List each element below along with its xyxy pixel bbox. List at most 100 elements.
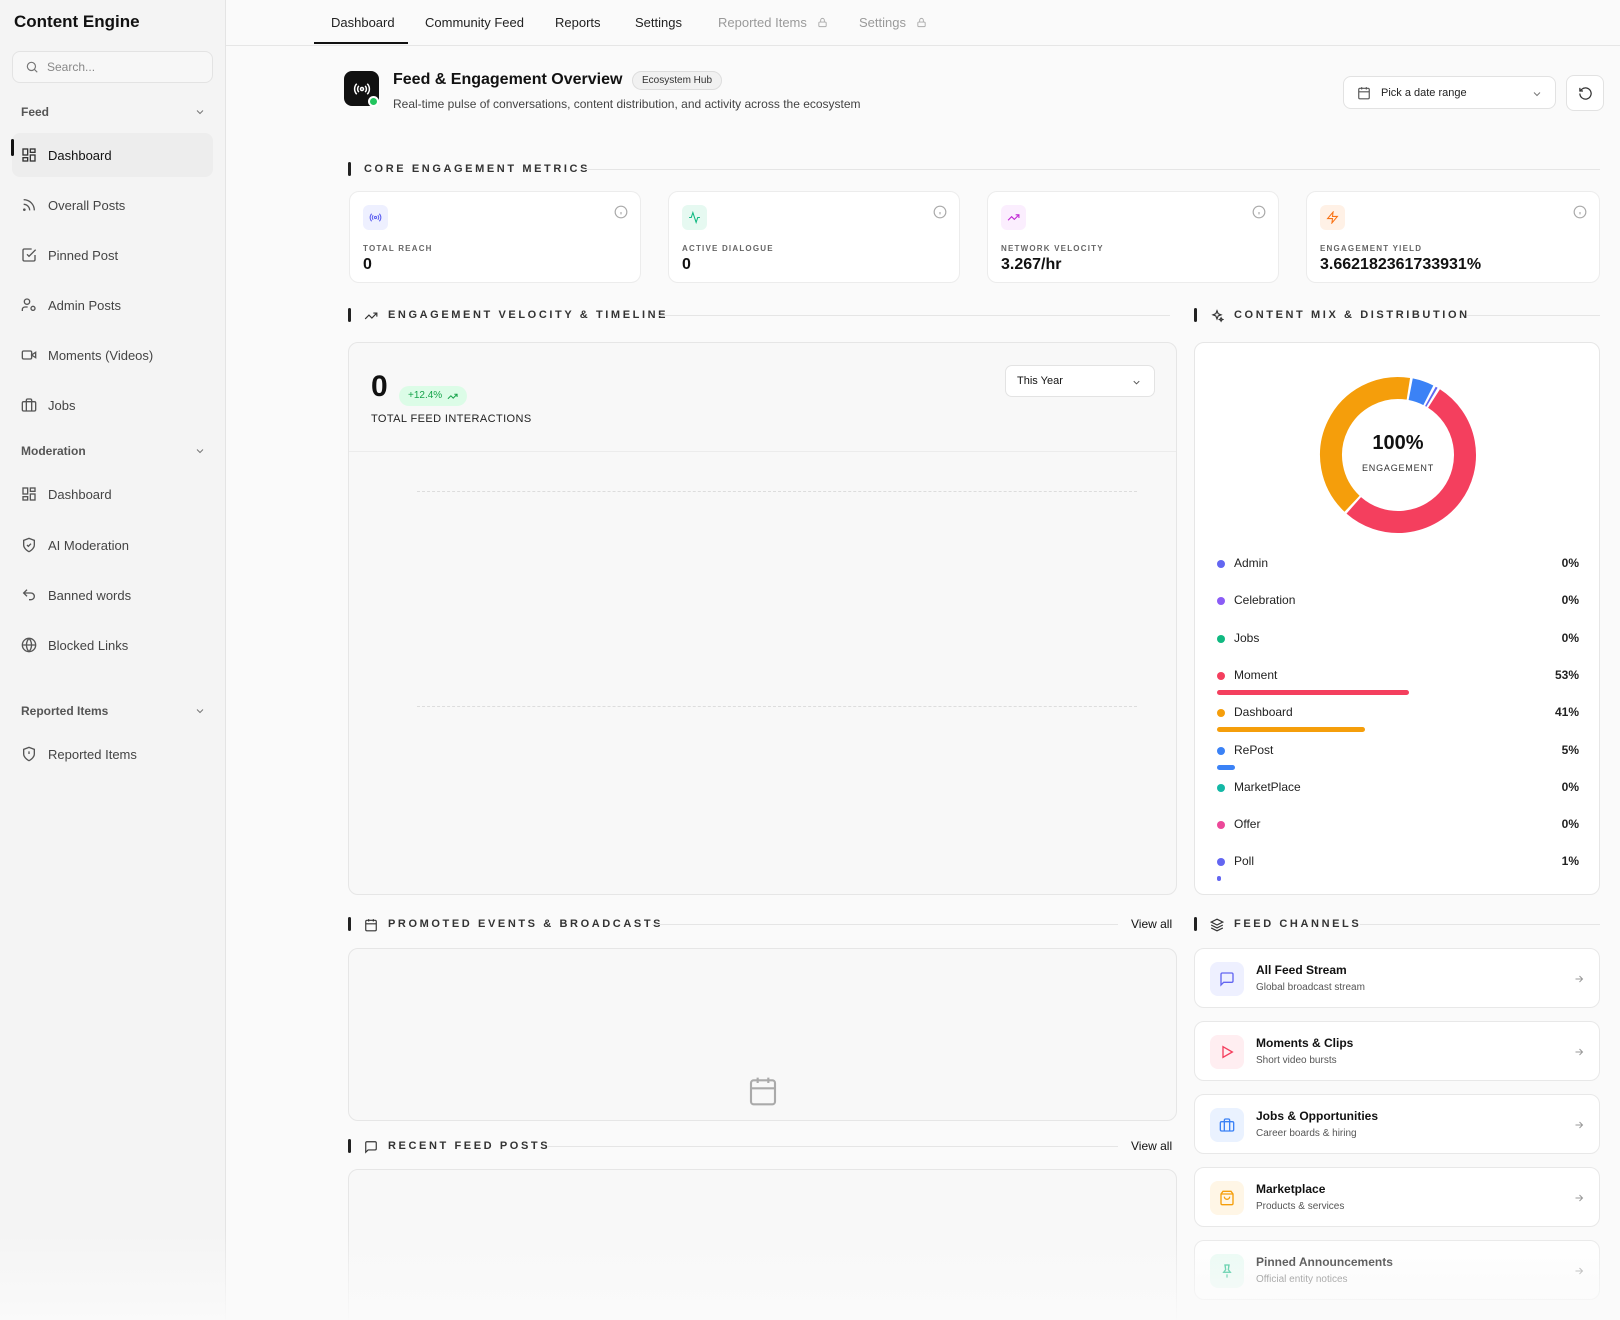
sidebar-group-moderation[interactable]: Moderation: [21, 444, 206, 458]
channel-icon-wrap: [1210, 1035, 1244, 1069]
metric-value: 0: [682, 256, 691, 273]
sidebar-item-dashboard[interactable]: Dashboard: [11, 133, 213, 177]
metric-icon-wrap: [1001, 205, 1026, 230]
metric-value: 0: [363, 256, 372, 273]
metric-label: TOTAL REACH: [363, 244, 433, 253]
chevron-down-icon: [196, 709, 204, 714]
sidebar-item-pinned-post[interactable]: Pinned Post: [12, 233, 213, 277]
legend-value: 41%: [1554, 705, 1579, 720]
shopping-bag-icon: [1220, 1190, 1234, 1206]
metric-card-network-velocity: NETWORK VELOCITY 3.267/hr: [987, 191, 1279, 283]
donut-slice-repost[interactable]: [1408, 378, 1434, 406]
tab-dashboard[interactable]: Dashboard: [331, 15, 395, 30]
sidebar-group-reported[interactable]: Reported Items: [21, 704, 206, 718]
events-panel: [348, 948, 1177, 1121]
sidebar-item-banned-words[interactable]: Banned words: [12, 573, 213, 617]
panel-divider: [349, 451, 1176, 452]
legend-bar: [1217, 764, 1236, 770]
legend-dot: [1217, 746, 1225, 755]
section-divider: [658, 315, 1170, 316]
sidebar-item-jobs[interactable]: Jobs: [12, 383, 213, 427]
tab-reports[interactable]: Reports: [555, 15, 601, 30]
tab-reported-items[interactable]: Reported Items: [718, 15, 828, 30]
channel-moments[interactable]: Moments & Clips Short video bursts: [1194, 1021, 1600, 1081]
engagement-donut-chart: [1320, 377, 1476, 533]
legend-dot: [1217, 783, 1225, 792]
metric-label: ENGAGEMENT YIELD: [1320, 244, 1423, 253]
grid-icon: [22, 487, 36, 501]
section-divider: [652, 924, 1118, 925]
sidebar-item-label: Banned words: [48, 587, 132, 603]
info-icon[interactable]: [1252, 205, 1266, 219]
period-select[interactable]: This Year: [1005, 365, 1155, 397]
sidebar-item-moderation-dashboard[interactable]: Dashboard: [12, 472, 213, 516]
channel-icon-wrap: [1210, 1181, 1244, 1215]
posts-panel: [348, 1169, 1177, 1320]
channel-pinned[interactable]: Pinned Announcements Official entity not…: [1194, 1240, 1600, 1300]
sidebar-item-reported-items[interactable]: Reported Items: [12, 732, 213, 776]
section-title-metrics: CORE ENGAGEMENT METRICS: [364, 163, 591, 175]
total-interactions-value: 0: [371, 370, 388, 403]
live-status-dot: [368, 96, 379, 107]
channel-marketplace[interactable]: Marketplace Products & services: [1194, 1167, 1600, 1227]
info-icon[interactable]: [1573, 205, 1587, 219]
metric-label: NETWORK VELOCITY: [1001, 244, 1104, 253]
sidebar-item-overall-posts[interactable]: Overall Posts: [12, 183, 213, 227]
legend-dot: [1217, 858, 1225, 867]
tab-settings[interactable]: Settings: [635, 15, 682, 30]
info-icon[interactable]: [614, 205, 628, 219]
content-mix-panel: 100% ENGAGEMENT Admin 0% Celebration 0% Jobs…: [1194, 342, 1600, 895]
grid-icon: [22, 148, 36, 162]
legend-dot: [1217, 560, 1225, 568]
legend-value: 0%: [1561, 817, 1579, 832]
metric-label: ACTIVE DIALOGUE: [682, 244, 774, 253]
page-title: Feed & Engagement Overview: [393, 71, 623, 88]
top-nav: Dashboard Community Feed Reports Setting…: [226, 0, 1620, 46]
refresh-button[interactable]: [1566, 75, 1604, 111]
period-value: This Year: [1017, 375, 1063, 387]
tab-label: Settings: [859, 15, 906, 30]
sidebar-item-label: Moments (Videos): [48, 347, 154, 363]
section-marker: [348, 308, 351, 322]
channel-jobs[interactable]: Jobs & Opportunities Career boards & hir…: [1194, 1094, 1600, 1154]
activity-icon: [689, 211, 700, 224]
sidebar-item-blocked-links[interactable]: Blocked Links: [12, 623, 213, 667]
message-square-icon: [365, 1141, 377, 1154]
sidebar-group-feed[interactable]: Feed: [21, 105, 206, 119]
donut-slice-poll[interactable]: [1425, 386, 1438, 407]
section-title-events: PROMOTED EVENTS & BROADCASTS: [388, 918, 664, 930]
legend-value: 0%: [1561, 593, 1579, 608]
app-title: Content Engine: [14, 12, 140, 31]
channel-all-feed[interactable]: All Feed Stream Global broadcast stream: [1194, 948, 1600, 1008]
legend-row: Admin 0%: [1217, 554, 1579, 574]
sidebar-item-moments[interactable]: Moments (Videos): [12, 333, 213, 377]
sidebar-item-label: Blocked Links: [48, 637, 129, 653]
posts-view-all-link[interactable]: View all: [1131, 1139, 1172, 1153]
channel-title: Moments & Clips: [1256, 1036, 1354, 1050]
section-divider: [548, 1146, 1118, 1147]
legend-label: RePost: [1234, 742, 1274, 757]
donut-slice-moment[interactable]: [1346, 389, 1476, 533]
legend-label: Celebration: [1234, 593, 1296, 608]
metric-card-engagement-yield: ENGAGEMENT YIELD 3.662182361733931%: [1306, 191, 1600, 283]
broadcast-icon: [369, 213, 382, 222]
info-icon[interactable]: [933, 205, 947, 219]
arrow-right-icon: [1575, 975, 1584, 983]
lock-icon: [916, 17, 926, 28]
pin-icon: [1222, 1264, 1232, 1278]
tab-settings-locked[interactable]: Settings: [859, 15, 927, 30]
sidebar-item-ai-moderation[interactable]: AI Moderation: [12, 523, 213, 567]
tab-community-feed[interactable]: Community Feed: [425, 15, 524, 30]
legend-label: Poll: [1234, 854, 1255, 869]
date-range-picker[interactable]: Pick a date range: [1343, 76, 1556, 109]
sparkles-icon: [1211, 309, 1224, 323]
date-range-label: Pick a date range: [1381, 86, 1467, 99]
events-view-all-link[interactable]: View all: [1131, 917, 1172, 931]
undo-icon: [22, 589, 35, 601]
metric-icon-wrap: [682, 205, 707, 230]
sidebar-item-admin-posts[interactable]: Admin Posts: [12, 283, 213, 327]
arrow-right-icon: [1575, 1048, 1584, 1056]
search-input[interactable]: Search...: [12, 51, 213, 83]
lock-icon: [817, 17, 827, 28]
legend-value: 0%: [1561, 630, 1579, 645]
